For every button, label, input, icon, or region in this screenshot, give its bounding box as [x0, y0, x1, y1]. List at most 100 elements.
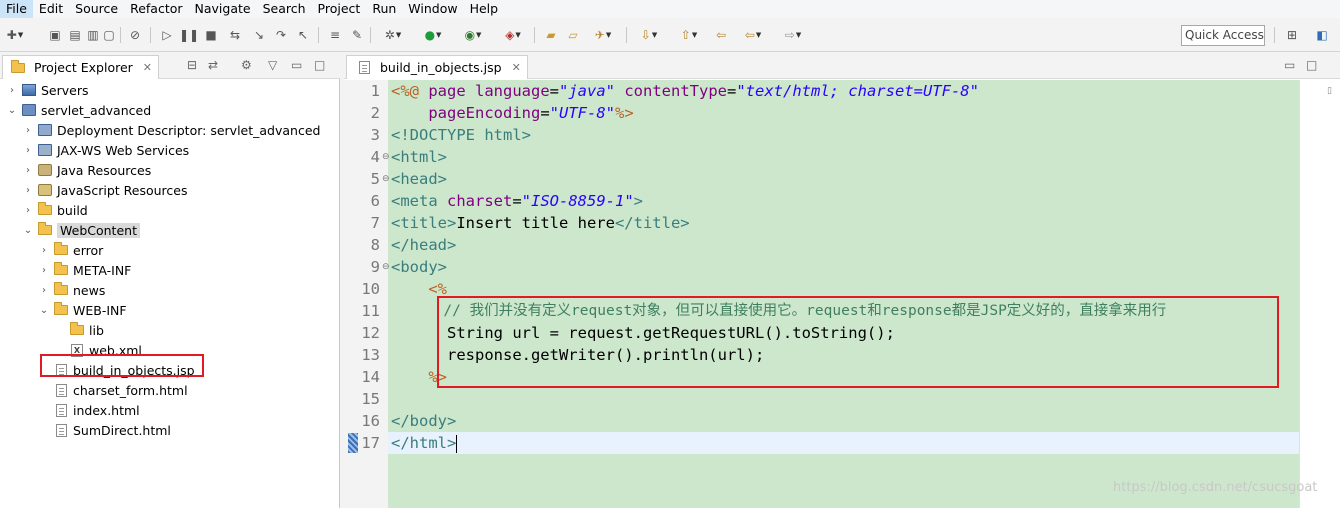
save-all-icon[interactable]: ▤ — [66, 26, 84, 44]
tree-item-charset-form-html[interactable]: charset_form.html — [50, 380, 188, 400]
code-line: 16 </body> — [344, 410, 1299, 432]
menu-project[interactable]: Project — [312, 0, 367, 18]
tree-item-jax-ws[interactable]: › JAX-WS Web Services — [22, 140, 189, 160]
back-icon[interactable]: ⇦ ▼ — [738, 26, 768, 44]
tree-item-webcontent[interactable]: ⌄ WebContent — [22, 220, 140, 240]
filter-icon[interactable]: ⚙ — [241, 58, 252, 72]
forward-icon[interactable]: ⇨ ▼ — [778, 26, 808, 44]
minimize-icon[interactable]: ▭ — [291, 58, 302, 72]
chevron-right-icon[interactable]: › — [38, 245, 50, 256]
fold-icon[interactable]: ⊖ — [382, 262, 390, 272]
step-over-icon[interactable]: ↷ — [272, 26, 290, 44]
debug-icon[interactable]: ✲ ▼ — [378, 26, 408, 44]
menu-file[interactable]: File — [0, 0, 33, 18]
terminate-icon[interactable]: ■ — [202, 26, 220, 44]
tree-item-index-html[interactable]: index.html — [50, 400, 140, 420]
chevron-down-icon[interactable]: ⌄ — [6, 105, 18, 116]
disconnect-icon[interactable]: ⇆ — [226, 26, 244, 44]
tab-project-explorer[interactable]: Project Explorer ✕ — [2, 55, 160, 79]
skip-breakpoints-icon[interactable]: ⊘ — [126, 26, 144, 44]
tree-item-meta-inf[interactable]: › META-INF — [38, 260, 131, 280]
chevron-right-icon[interactable]: › — [22, 185, 34, 196]
overview-ruler[interactable]: ▯ — [1299, 80, 1340, 508]
body-close-tag: </body> — [391, 412, 457, 430]
previous-annotation-icon[interactable]: ⇧ ▼ — [674, 26, 704, 44]
quick-access-field[interactable]: Quick Access — [1181, 25, 1265, 46]
tree-item-sumdirect-html[interactable]: SumDirect.html — [50, 420, 171, 440]
collapse-all-icon[interactable]: ⊟ — [187, 58, 197, 72]
open-type-icon[interactable]: ▱ — [564, 26, 582, 44]
menu-edit[interactable]: Edit — [33, 0, 69, 18]
close-icon[interactable]: ✕ — [512, 61, 521, 74]
line-number: 3 — [370, 126, 380, 144]
line-number: 5 — [370, 170, 380, 188]
chevron-down-icon[interactable]: ⌄ — [38, 305, 50, 316]
resume-icon[interactable]: ▷ — [158, 26, 176, 44]
last-edit-location-icon[interactable]: ⇦ — [712, 26, 730, 44]
fold-icon[interactable]: ⊖ — [382, 174, 390, 184]
line-number: 10 — [361, 280, 380, 298]
menu-refactor[interactable]: Refactor — [124, 0, 188, 18]
menu-run[interactable]: Run — [366, 0, 402, 18]
chevron-right-icon[interactable]: › — [38, 265, 50, 276]
external-tools-icon[interactable]: ◈ ▼ — [498, 26, 528, 44]
tree-item-build[interactable]: › build — [22, 200, 88, 220]
tree-item-label: index.html — [73, 402, 140, 418]
code-line: 7 <title>Insert title here</title> — [344, 212, 1299, 234]
view-menu-icon[interactable]: ▽ — [268, 58, 277, 72]
editor-body[interactable]: ▯ 1 <%@ page language="java" contentType… — [344, 80, 1340, 508]
maximize-icon[interactable]: □ — [1306, 58, 1317, 72]
java-ee-perspective-icon[interactable]: ◧ — [1313, 26, 1331, 44]
chevron-right-icon[interactable]: › — [22, 165, 34, 176]
step-return-icon[interactable]: ↖ — [294, 26, 312, 44]
code-line: 17 </html> — [344, 432, 1299, 454]
minimize-icon[interactable]: ▭ — [1284, 58, 1295, 72]
tree-item-servers[interactable]: › Servers — [6, 80, 89, 100]
tree-item-label: JavaScript Resources — [57, 182, 188, 198]
chevron-down-icon[interactable]: ⌄ — [22, 225, 34, 236]
tree-item-web-inf[interactable]: ⌄ WEB-INF — [38, 300, 127, 320]
chevron-right-icon[interactable]: › — [22, 145, 34, 156]
annotation-icon[interactable]: ✎ — [348, 26, 366, 44]
console-icon[interactable]: ▢ — [100, 26, 118, 44]
suspend-icon[interactable]: ❚❚ — [179, 26, 199, 44]
run-server-icon[interactable]: ◉ ▼ — [458, 26, 488, 44]
chevron-right-icon[interactable]: › — [6, 85, 18, 96]
open-task-icon[interactable]: ✈ ▼ — [588, 26, 618, 44]
close-icon[interactable]: ✕ — [143, 61, 152, 74]
tree-item-label: SumDirect.html — [73, 422, 171, 438]
maximize-icon[interactable]: □ — [314, 58, 325, 72]
tree-item-deployment-descriptor[interactable]: › Deployment Descriptor: servlet_advance… — [22, 120, 320, 140]
tree-item-servlet-advanced[interactable]: ⌄ servlet_advanced — [6, 100, 151, 120]
toggle-format-icon[interactable]: ≡ — [326, 26, 344, 44]
value-iso: "ISO-8859-1" — [521, 192, 634, 210]
tree-item-java-resources[interactable]: › Java Resources — [22, 160, 151, 180]
new-icon[interactable]: ✚ ▼ — [6, 26, 24, 44]
html-file-icon — [53, 403, 69, 417]
menu-window[interactable]: Window — [402, 0, 463, 18]
tree-item-javascript-resources[interactable]: › JavaScript Resources — [22, 180, 187, 200]
open-perspective-icon[interactable]: ⊞ — [1283, 26, 1301, 44]
step-into-icon[interactable]: ↘ — [250, 26, 268, 44]
tree-item-news[interactable]: › news — [38, 280, 105, 300]
project-explorer-tab-label: Project Explorer — [34, 60, 133, 75]
equals: = — [512, 192, 522, 210]
link-with-editor-icon[interactable]: ⇄ — [208, 58, 218, 72]
menu-search[interactable]: Search — [257, 0, 312, 18]
chevron-right-icon[interactable]: › — [22, 205, 34, 216]
fold-icon[interactable]: ⊖ — [382, 152, 390, 162]
tree-item-lib[interactable]: lib — [66, 320, 104, 340]
chevron-right-icon[interactable]: › — [22, 125, 34, 136]
menu-source[interactable]: Source — [69, 0, 124, 18]
run-icon[interactable]: ● ▼ — [418, 26, 448, 44]
save-icon[interactable]: ▣ — [46, 26, 64, 44]
tree-item-error[interactable]: › error — [38, 240, 103, 260]
next-annotation-icon[interactable]: ⇩ ▼ — [634, 26, 664, 44]
menu-help[interactable]: Help — [464, 0, 505, 18]
new-project-icon[interactable]: ▰ — [542, 26, 560, 44]
html-open-tag: <html> — [391, 148, 447, 166]
menu-navigate[interactable]: Navigate — [189, 0, 257, 18]
tab-build-in-objects-jsp[interactable]: build_in_objects.jsp ✕ — [346, 55, 528, 79]
chevron-right-icon[interactable]: › — [38, 285, 50, 296]
